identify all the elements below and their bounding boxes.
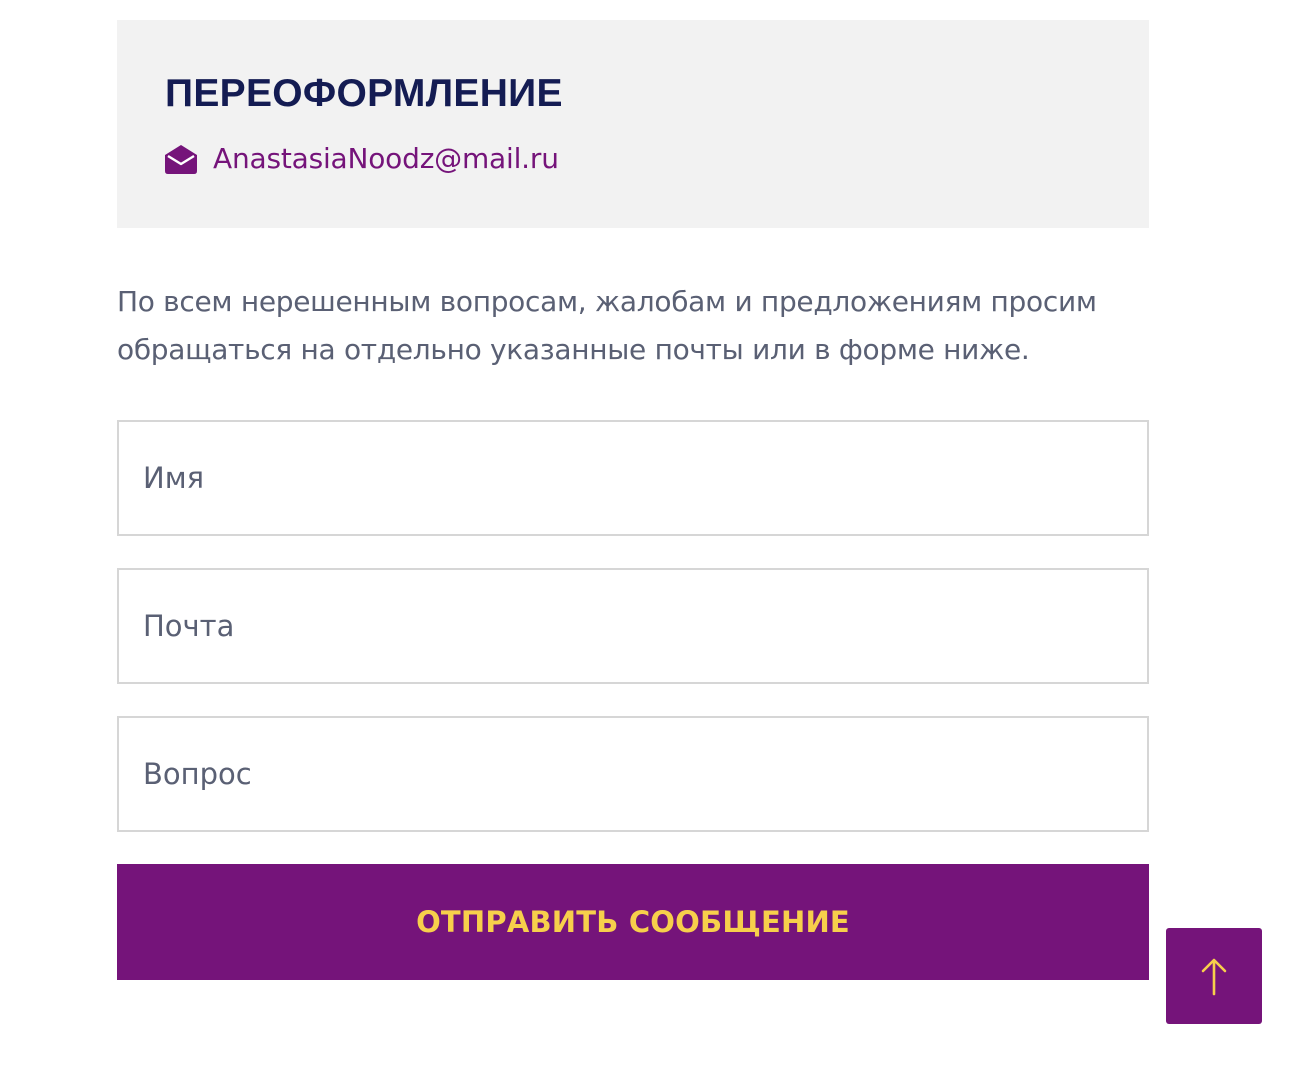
arrow-up-icon: [1200, 956, 1228, 996]
email-link[interactable]: AnastasiaNoodz@mail.ru: [213, 142, 559, 175]
send-message-button[interactable]: ОТПРАВИТЬ СООБЩЕНИЕ: [117, 864, 1149, 980]
contact-card: ПЕРЕОФОРМЛЕНИЕ AnastasiaNoodz@mail.ru: [117, 20, 1149, 228]
card-title: ПЕРЕОФОРМЛЕНИЕ: [165, 72, 563, 115]
name-input[interactable]: [117, 420, 1149, 536]
scroll-to-top-button[interactable]: [1166, 928, 1262, 1024]
intro-text: По всем нерешенным вопросам, жалобам и п…: [117, 285, 1097, 366]
envelope-open-icon: [165, 142, 197, 174]
question-input[interactable]: [117, 716, 1149, 832]
email-input[interactable]: [117, 568, 1149, 684]
email-row: AnastasiaNoodz@mail.ru: [165, 138, 559, 178]
